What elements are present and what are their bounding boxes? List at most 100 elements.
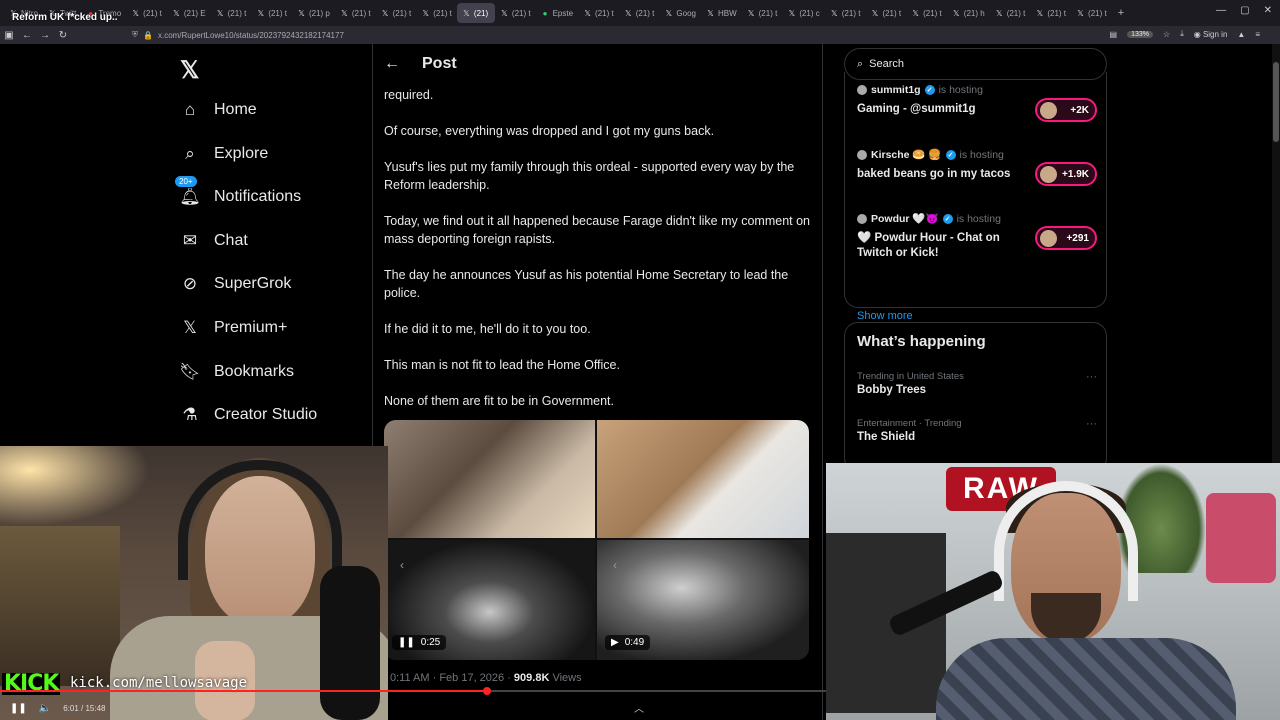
url-text: x.com/RupertLowe10/status/20237924321821… <box>157 30 344 40</box>
space-host-name: summit1g <box>871 84 921 96</box>
browser-tab[interactable]: 𝕏 (21) c <box>782 3 824 23</box>
views-label: Views <box>549 672 582 684</box>
sign-in-button[interactable]: ◉ Sign in <box>1194 30 1228 39</box>
post-paragraph: If he did it to me, he'll do it to you t… <box>384 322 591 336</box>
browser-tab[interactable]: 𝕏 (21) <box>456 3 495 23</box>
media-image-document[interactable] <box>597 420 809 538</box>
lock-icon: 🔒 <box>143 30 153 40</box>
browser-tab[interactable]: 𝕏 (21) t <box>1071 3 1112 23</box>
chevron-up-icon[interactable]: ︿ <box>634 700 644 715</box>
tab-label: (21) t <box>1006 8 1026 18</box>
pause-icon[interactable]: ❚❚ <box>10 703 27 714</box>
nav-item-supergrok[interactable]: ⊘ SuperGrok <box>180 272 292 296</box>
scroll-thumb[interactable] <box>1273 62 1279 142</box>
back-arrow-icon[interactable]: ← <box>384 55 400 73</box>
tab-label: (21) <box>473 8 489 18</box>
browser-tab[interactable]: 𝕏 (21) t <box>865 3 906 23</box>
trend-item[interactable]: Trending in United States Bobby Trees ··… <box>857 371 1097 396</box>
browser-tab[interactable]: 𝕏 (21) t <box>825 3 866 23</box>
trend-item[interactable]: Entertainment · Trending The Shield ··· <box>857 418 1097 443</box>
nav-item-home[interactable]: ⌂ Home <box>180 98 257 122</box>
nav-item-explore[interactable]: ⌕ Explore <box>180 142 268 166</box>
maximize-icon[interactable]: ▢ <box>1240 5 1249 16</box>
space-listeners-button[interactable]: +2K <box>1035 98 1097 122</box>
tab-label: (21) c <box>799 8 820 18</box>
browser-tab[interactable]: 𝕏 (21) t <box>906 3 947 23</box>
space-listeners-button[interactable]: +1.9K <box>1035 162 1097 186</box>
browser-tab[interactable]: 𝕏 (21) t <box>578 3 619 23</box>
x-favicon-icon: 𝕏 <box>624 8 632 18</box>
nav-item-bookmarks[interactable]: 🔖︎ Bookmarks <box>179 360 294 384</box>
tab-label: (21) t <box>268 8 287 18</box>
nav-item-premium[interactable]: 𝕏 Premium+ <box>180 316 287 340</box>
browser-tab[interactable]: 𝕏 (21) t <box>495 3 536 23</box>
browser-tab[interactable]: 𝕏 (21) t <box>1030 3 1071 23</box>
browser-tab[interactable]: 𝕏 (21) E <box>167 3 211 23</box>
more-options-icon[interactable]: ··· <box>1086 418 1097 430</box>
browser-tab[interactable]: 𝕏 (21) t <box>335 3 376 23</box>
browser-tab[interactable]: 𝕏 (21) t <box>416 3 457 23</box>
browser-tab[interactable]: 𝕏 (21) h <box>947 3 990 23</box>
search-input[interactable]: ⌕ Search <box>844 48 1107 80</box>
space-host-name: Kirsche 🥯 🍔 <box>871 149 942 161</box>
nav-item-chat[interactable]: ✉ Chat <box>180 229 248 253</box>
live-space-item[interactable]: Powdur 🤍😈 ✓ is hosting 🤍 Powdur Hour - Chat… <box>857 212 1097 261</box>
video-duration: 0:25 <box>420 637 441 648</box>
new-tab-button[interactable]: + <box>1112 7 1130 19</box>
post-column: ← Post required. Of course, everything w… <box>372 44 822 720</box>
space-listeners-button[interactable]: +291 <box>1035 226 1097 250</box>
post-meta: 0:11 AM · Feb 17, 2026 · 909.8K Views <box>390 672 582 684</box>
reload-icon[interactable]: ↻ <box>54 30 72 41</box>
browser-tab[interactable]: 𝕏 Goog <box>659 3 701 23</box>
minimize-icon[interactable]: — <box>1216 5 1226 16</box>
media-video-1[interactable]: ‹ ❚❚ 0:25 <box>384 540 595 660</box>
avatar <box>857 213 867 224</box>
toolbar-right: ▤ 133% ☆ ⤓ ◉ Sign in ▲ ≡ <box>1110 29 1260 39</box>
chevron-left-icon[interactable]: ‹ <box>400 558 404 572</box>
video-duration-badge[interactable]: ❚❚ 0:25 <box>392 635 447 650</box>
media-video-2[interactable]: ‹ ▶ 0:49 <box>597 540 809 660</box>
nav-item-notifications[interactable]: 🔔︎ 20+ Notifications <box>174 175 301 209</box>
video-progress-bar[interactable] <box>0 687 826 695</box>
tab-label: (21) t <box>758 8 778 18</box>
browser-tab[interactable]: 𝕏 (21) t <box>251 3 292 23</box>
nav-item-creator-studio[interactable]: ⚗ Creator Studio <box>180 403 317 427</box>
media-image-guns[interactable] <box>384 420 595 538</box>
star-icon[interactable]: ☆ <box>1163 30 1170 39</box>
whats-happening-card: What’s happening Trending in United Stat… <box>844 322 1107 472</box>
address-bar[interactable]: ⛨ 🔒 x.com/RupertLowe10/status/2023792432… <box>132 30 344 40</box>
volume-icon[interactable]: 🔈 <box>39 703 51 714</box>
x-favicon-icon: 𝕏 <box>463 8 470 18</box>
browser-tab[interactable]: 𝕏 (21) t <box>376 3 417 23</box>
browser-tab[interactable]: 𝕏 (21) t <box>990 3 1031 23</box>
browser-tab[interactable]: 𝕏 (21) t <box>619 3 660 23</box>
browser-tab[interactable]: 𝕏 (21) t <box>126 3 167 23</box>
close-icon[interactable]: ✕ <box>1264 5 1272 16</box>
live-space-item[interactable]: Kirsche 🥯 🍔 ✓ is hosting baked beans go in … <box>857 148 1097 186</box>
browser-tab[interactable]: 𝕏 (21) p <box>292 3 335 23</box>
reader-icon[interactable]: ▤ <box>1110 30 1118 39</box>
browser-tab[interactable]: 𝕏 HBW <box>701 3 742 23</box>
show-more-link[interactable]: Show more <box>857 310 913 322</box>
browser-tab[interactable]: 𝕏 (21) t <box>211 3 252 23</box>
video-duration-badge[interactable]: ▶ 0:49 <box>605 635 651 650</box>
extension-icon[interactable]: ▲ <box>1237 30 1245 39</box>
space-host-name: Powdur 🤍😈 <box>871 213 939 225</box>
menu-icon[interactable]: ≡ <box>1255 30 1260 39</box>
chevron-left-icon[interactable]: ‹ <box>613 558 617 572</box>
video-time: 6:01 / 15:48 <box>63 703 106 713</box>
back-icon[interactable]: ← <box>18 30 36 41</box>
browser-tab[interactable]: 𝕏 (21) t <box>742 3 783 23</box>
post-timestamp[interactable]: 0:11 AM · Feb 17, 2026 · <box>390 672 514 684</box>
avatar <box>1040 102 1057 119</box>
x-logo-icon[interactable]: 𝕏 <box>180 56 199 85</box>
live-space-item[interactable]: summit1g ✓ is hosting Gaming - @summit1g +2K <box>857 84 1097 122</box>
zoom-level[interactable]: 133% <box>1127 30 1154 38</box>
download-icon[interactable]: ⤓ <box>1180 29 1184 39</box>
forward-icon[interactable]: → <box>36 30 54 41</box>
more-options-icon[interactable]: ··· <box>1086 371 1097 383</box>
browser-tab[interactable]: ● Epste <box>536 3 578 23</box>
post-media-grid[interactable]: ‹ ❚❚ 0:25 ‹ ▶ 0:49 <box>384 420 809 660</box>
sidebar-toggle-icon[interactable]: ▣ <box>0 30 18 41</box>
section-title: What’s happening <box>857 333 986 350</box>
